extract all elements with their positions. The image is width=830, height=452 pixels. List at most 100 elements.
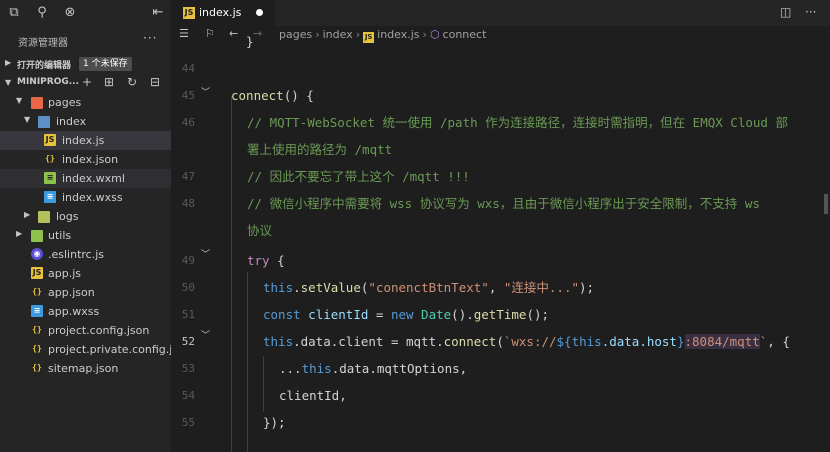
chevron-right-icon: ▶ bbox=[16, 229, 23, 238]
open-editors-section[interactable]: ▶ 打开的编辑器 1 个未保存 bbox=[0, 56, 171, 73]
line-number: 49 bbox=[181, 254, 195, 267]
tree-item-label: app.json bbox=[48, 286, 95, 299]
search-icon[interactable]: ⚲ bbox=[34, 5, 50, 21]
activity-bar: ⧉ ⚲ ⊗ ⇤ bbox=[0, 0, 171, 26]
explorer-header: 资源管理器 ··· bbox=[0, 30, 171, 52]
indent-guide bbox=[247, 272, 248, 452]
collapse-panel-icon[interactable]: ⇤ bbox=[150, 5, 166, 21]
explorer-title: 资源管理器 bbox=[18, 38, 68, 49]
json-file-icon: {} bbox=[32, 287, 42, 296]
breadcrumb-item[interactable]: index bbox=[323, 28, 353, 41]
tree-item-label: index bbox=[56, 115, 87, 128]
line-number: 50 bbox=[181, 281, 195, 294]
code-token: (); bbox=[526, 307, 550, 322]
code-token: "conenctBtnText" bbox=[368, 280, 489, 295]
tree-folder-logs[interactable]: ▶ logs bbox=[0, 207, 171, 226]
tree-file-index-json[interactable]: {} index.json bbox=[0, 150, 171, 169]
code-token: setValue bbox=[300, 280, 361, 295]
fold-chevron-icon[interactable]: ﹀ bbox=[201, 85, 210, 98]
breadcrumb-path: pages › index › JS index.js › ⬡ connect bbox=[279, 28, 486, 43]
editor-scrollbar[interactable] bbox=[822, 44, 830, 452]
list-icon[interactable]: ☰ bbox=[179, 27, 189, 40]
ellipsis-icon[interactable]: ··· bbox=[143, 31, 157, 45]
code-token: { bbox=[269, 253, 285, 268]
tree-file-index-js[interactable]: JS index.js bbox=[0, 131, 171, 150]
tree-folder-index[interactable]: ▼ index bbox=[0, 112, 171, 131]
chevron-right-icon: ▶ bbox=[24, 210, 31, 219]
folder-icon bbox=[38, 211, 50, 223]
scrollbar-thumb[interactable] bbox=[824, 194, 828, 214]
split-editor-icon[interactable]: ◫ bbox=[780, 5, 791, 19]
tree-file-index-wxml[interactable]: ≡ index.wxml bbox=[0, 169, 171, 188]
code-token: this bbox=[301, 361, 332, 376]
new-file-icon[interactable]: + bbox=[82, 75, 92, 89]
chevron-right-icon: › bbox=[355, 28, 361, 41]
fold-chevron-icon[interactable]: ﹀ bbox=[201, 328, 210, 341]
tree-file-project-private-config[interactable]: {} project.private.config.js... bbox=[0, 340, 188, 359]
unsaved-dot-icon[interactable] bbox=[256, 9, 263, 16]
explorer-sidebar: ⧉ ⚲ ⊗ ⇤ 资源管理器 ··· ▶ 打开的编辑器 1 个未保存 ▼ MINI… bbox=[0, 0, 189, 452]
breadcrumb-item[interactable]: connect bbox=[443, 28, 487, 41]
tree-item-label: index.wxss bbox=[62, 191, 123, 204]
code-token: .data.host bbox=[601, 334, 677, 349]
line-number: 48 bbox=[181, 197, 195, 210]
wxml-file-icon: ≡ bbox=[44, 172, 56, 184]
code-line: clientId, bbox=[279, 388, 347, 403]
code-token: ); bbox=[579, 280, 595, 295]
source-control-icon[interactable]: ⊗ bbox=[62, 5, 78, 21]
tree-file-project-config[interactable]: {} project.config.json bbox=[0, 321, 171, 340]
fold-chevron-icon[interactable]: ﹀ bbox=[201, 247, 210, 260]
line-number: 44 bbox=[181, 62, 195, 75]
new-folder-icon[interactable]: ⊞ bbox=[104, 75, 114, 89]
line-number: 46 bbox=[181, 116, 195, 129]
tab-index-js[interactable]: JS index.js bbox=[171, 0, 275, 26]
code-line: this.setValue("conenctBtnText", "连接中..."… bbox=[263, 274, 594, 301]
bookmark-icon[interactable]: ⚐ bbox=[205, 27, 215, 40]
tree-item-label: logs bbox=[56, 210, 79, 223]
tree-folder-utils[interactable]: ▶ utils bbox=[0, 226, 171, 245]
line-number-current: 52 bbox=[181, 335, 195, 348]
tree-file-eslintrc[interactable]: ◉ .eslintrc.js bbox=[0, 245, 171, 264]
wxss-file-icon: ≡ bbox=[44, 191, 56, 203]
tree-item-label: .eslintrc.js bbox=[48, 248, 105, 261]
tree-file-app-json[interactable]: {} app.json bbox=[0, 283, 171, 302]
js-file-icon: JS bbox=[31, 267, 43, 279]
tree-file-app-wxss[interactable]: ≡ app.wxss bbox=[0, 302, 171, 321]
code-line: try { bbox=[247, 247, 285, 274]
code-area[interactable]: } 44 45 46 47 48 49 50 51 52 53 54 55 ﹀ … bbox=[171, 34, 830, 452]
code-line: const clientId = new Date().getTime(); bbox=[263, 301, 549, 328]
chevron-down-icon: ▼ bbox=[24, 115, 31, 124]
refresh-icon[interactable]: ↻ bbox=[127, 75, 137, 89]
files-icon[interactable]: ⧉ bbox=[6, 5, 22, 21]
code-token: .data.mqttOptions, bbox=[331, 361, 468, 376]
project-section[interactable]: ▼ MINIPROG... + ⊞ ↻ ⊟ bbox=[0, 75, 171, 92]
json-file-icon: {} bbox=[32, 325, 42, 334]
chevron-right-icon: ▶ bbox=[5, 58, 12, 67]
code-token: () { bbox=[283, 88, 314, 103]
tree-item-label: app.js bbox=[48, 267, 81, 280]
code-token: connect bbox=[443, 334, 497, 349]
json-file-icon: {} bbox=[32, 344, 42, 353]
js-file-icon: JS bbox=[44, 134, 56, 146]
breadcrumb-item[interactable]: pages bbox=[279, 28, 312, 41]
forward-arrow-icon[interactable]: → bbox=[253, 27, 262, 40]
collapse-all-icon[interactable]: ⊟ bbox=[150, 75, 160, 89]
indent-guide bbox=[231, 96, 232, 452]
code-token: . bbox=[293, 280, 301, 295]
tree-item-label: pages bbox=[48, 96, 82, 109]
code-token: new bbox=[390, 307, 414, 322]
tree-file-app-js[interactable]: JS app.js bbox=[0, 264, 171, 283]
tab-label: index.js bbox=[199, 6, 242, 19]
tree-file-sitemap[interactable]: {} sitemap.json bbox=[0, 359, 171, 378]
ellipsis-icon[interactable]: ··· bbox=[805, 5, 816, 19]
breadcrumb-item[interactable]: index.js bbox=[377, 28, 419, 41]
tree-item-label: project.config.json bbox=[48, 324, 150, 337]
tree-file-index-wxss[interactable]: ≡ index.wxss bbox=[0, 188, 171, 207]
tree-item-label: index.wxml bbox=[62, 172, 125, 185]
tree-folder-pages[interactable]: ▼ pages bbox=[0, 93, 171, 112]
code-token: } bbox=[676, 334, 685, 349]
code-token: .data.client = mqtt. bbox=[293, 334, 444, 349]
code-line: connect() { bbox=[231, 82, 314, 109]
code-token: this bbox=[571, 334, 602, 349]
folder-icon bbox=[38, 116, 50, 128]
